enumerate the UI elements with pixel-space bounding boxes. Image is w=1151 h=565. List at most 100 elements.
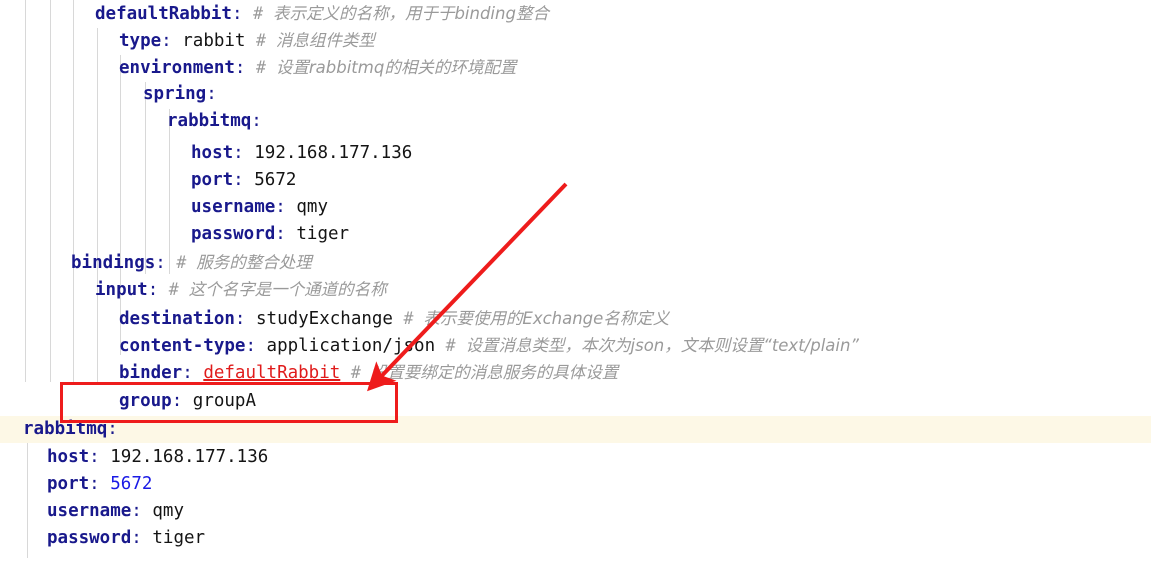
code-line-content: input: # 这个名字是一个通道的名称 <box>0 280 387 300</box>
code-line[interactable]: port: 5672 <box>0 471 1151 498</box>
token-key: environment <box>119 58 235 78</box>
code-line[interactable]: type: rabbit # 消息组件类型 <box>0 27 1151 54</box>
token-key: rabbitmq <box>167 111 252 131</box>
code-line-content: content-type: application/json # 设置消息类型，… <box>0 336 859 356</box>
code-line[interactable]: spring: <box>0 81 1151 108</box>
comment-text: 表示定义的名称，用于于binding整合 <box>272 4 549 23</box>
token-value: 192.168.177.136 <box>110 447 269 467</box>
token-punc: : <box>234 309 246 329</box>
token-value: studyExchange <box>256 309 393 329</box>
code-line-content: spring: <box>0 84 217 104</box>
token-punc: : <box>155 253 166 273</box>
token-key: password <box>47 528 132 548</box>
code-line[interactable]: password: tiger <box>0 525 1151 552</box>
code-line[interactable]: input: # 这个名字是一个通道的名称 <box>0 276 1151 303</box>
token-punc: : <box>275 197 286 217</box>
token-key: username <box>191 197 276 217</box>
code-line[interactable]: group: groupA <box>0 388 1151 415</box>
token-key: destination <box>119 309 235 329</box>
comment-text: 设置消息类型，本次为json，文本则设置“text/plain” <box>465 336 859 355</box>
token-punc: : <box>251 111 262 131</box>
code-line[interactable]: username: qmy <box>0 194 1151 221</box>
token-value: 192.168.177.136 <box>254 143 413 163</box>
comment-hash: # <box>168 280 189 299</box>
code-line[interactable]: rabbitmq: <box>0 108 1151 135</box>
token-punc: : <box>231 4 243 24</box>
comment-text: 这个名字是一个通道的名称 <box>188 280 387 299</box>
token-key: host <box>47 447 90 467</box>
token-value: 5672 <box>254 170 297 190</box>
comment-hash: # <box>403 309 424 328</box>
code-line[interactable]: environment: # 设置rabbitmq的相关的环境配置 <box>0 54 1151 81</box>
comment-text: 消息组件类型 <box>275 31 375 50</box>
token-punc: : <box>234 58 246 78</box>
token-value: groupA <box>192 391 256 411</box>
code-line-content: defaultRabbit: # 表示定义的名称，用于于binding整合 <box>0 4 549 24</box>
comment-text: 设置要绑定的消息服务的具体设置 <box>370 363 619 382</box>
code-line[interactable]: binder: defaultRabbit # 设置要绑定的消息服务的具体设置 <box>0 359 1151 386</box>
code-line[interactable]: bindings: # 服务的整合处理 <box>0 249 1151 276</box>
code-line[interactable]: rabbitmq: <box>0 416 1151 443</box>
token-comment: # 服务的整合处理 <box>176 253 311 272</box>
token-punc: : <box>233 170 244 190</box>
token-key: port <box>191 170 234 190</box>
code-line-content: rabbitmq: <box>0 419 118 439</box>
code-line[interactable]: content-type: application/json # 设置消息类型，… <box>0 332 1151 359</box>
token-punc: : <box>89 447 100 467</box>
code-line-content: host: 192.168.177.136 <box>0 143 412 163</box>
code-line[interactable]: password: tiger <box>0 221 1151 248</box>
token-punc: : <box>233 143 244 163</box>
token-comment: # 这个名字是一个通道的名称 <box>169 280 387 299</box>
code-line-content: type: rabbit # 消息组件类型 <box>0 31 375 51</box>
token-comment: # 设置消息类型，本次为json，文本则设置“text/plain” <box>446 336 859 355</box>
comment-hash: # <box>350 363 371 382</box>
code-line-content: username: qmy <box>0 501 184 521</box>
code-line[interactable]: username: qmy <box>0 498 1151 525</box>
token-key: group <box>119 391 172 411</box>
token-key: input <box>95 280 148 300</box>
token-value: application/json <box>266 336 436 356</box>
token-key: password <box>191 224 276 244</box>
token-comment: # 表示定义的名称，用于于binding整合 <box>253 4 549 23</box>
token-comment: # 消息组件类型 <box>256 31 375 50</box>
comment-hash: # <box>445 336 466 355</box>
token-punc: : <box>275 224 286 244</box>
token-comment: # 表示要使用的Exchange名称定义 <box>404 309 670 328</box>
code-line-content: port: 5672 <box>0 474 152 494</box>
code-line[interactable]: defaultRabbit: # 表示定义的名称，用于于binding整合 <box>0 0 1151 27</box>
token-punc: : <box>206 84 217 104</box>
comment-hash: # <box>253 4 273 23</box>
code-line-content: rabbitmq: <box>0 111 262 131</box>
token-punc: : <box>107 419 118 439</box>
token-key: bindings <box>71 253 156 273</box>
token-punc: : <box>171 391 183 411</box>
code-line[interactable]: host: 192.168.177.136 <box>0 444 1151 471</box>
code-line-content: binder: defaultRabbit # 设置要绑定的消息服务的具体设置 <box>0 363 618 383</box>
code-line-content: bindings: # 服务的整合处理 <box>0 253 312 273</box>
comment-hash: # <box>256 58 276 77</box>
token-key: host <box>191 143 234 163</box>
token-comment: # 设置要绑定的消息服务的具体设置 <box>351 363 618 382</box>
token-key: binder <box>119 363 183 383</box>
code-line[interactable]: host: 192.168.177.136 <box>0 140 1151 167</box>
code-line[interactable]: destination: studyExchange # 表示要使用的Excha… <box>0 305 1151 332</box>
comment-hash: # <box>176 253 197 272</box>
code-editor[interactable]: defaultRabbit: # 表示定义的名称，用于于binding整合 typ… <box>0 0 1151 565</box>
comment-text: 表示要使用的Exchange名称定义 <box>423 309 670 328</box>
code-line[interactable]: port: 5672 <box>0 167 1151 194</box>
token-key: content-type <box>119 336 246 356</box>
